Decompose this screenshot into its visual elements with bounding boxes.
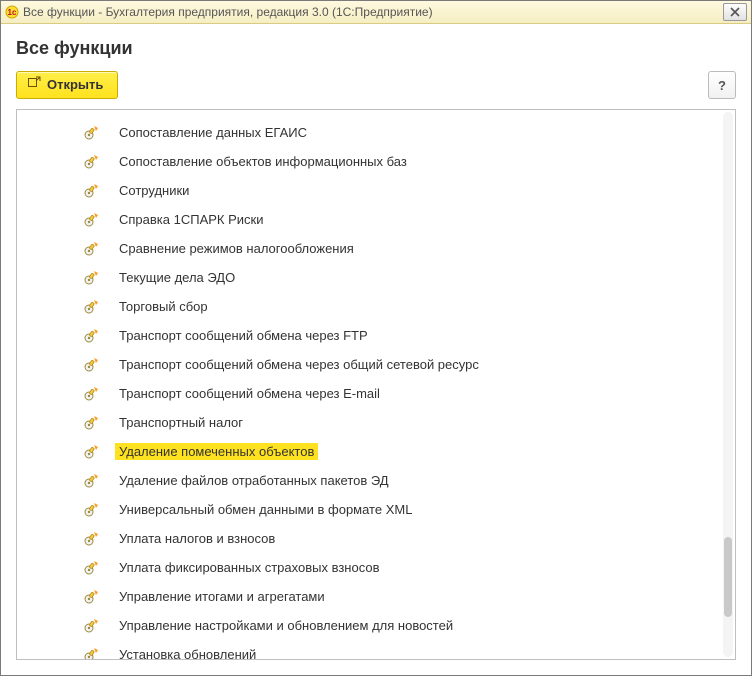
processing-icon <box>83 211 101 229</box>
tree-item-label: Транспортный налог <box>115 414 247 431</box>
tree-item[interactable]: Удаление помеченных объектов <box>17 437 721 466</box>
processing-icon <box>83 588 101 606</box>
processing-icon <box>83 240 101 258</box>
tree-item[interactable]: Уплата фиксированных страховых взносов <box>17 553 721 582</box>
processing-icon <box>83 356 101 374</box>
tree-item-label: Сопоставление данных ЕГАИС <box>115 124 311 141</box>
tree-item[interactable]: Торговый сбор <box>17 292 721 321</box>
processing-icon <box>83 327 101 345</box>
processing-icon <box>83 501 101 519</box>
tree-item-label: Управление настройками и обновлением для… <box>115 617 457 634</box>
tree-item[interactable]: Транспорт сообщений обмена через общий с… <box>17 350 721 379</box>
tree-item-label: Текущие дела ЭДО <box>115 269 239 286</box>
tree-item[interactable]: Сравнение режимов налогообложения <box>17 234 721 263</box>
tree-item-label: Транспорт сообщений обмена через E-mail <box>115 385 384 402</box>
tree-item-label: Установка обновлений <box>115 646 260 659</box>
tree-item-label: Справка 1СПАРК Риски <box>115 211 267 228</box>
open-button[interactable]: Открыть <box>16 71 118 99</box>
page-title: Все функции <box>16 38 736 59</box>
titlebar: 1c Все функции - Бухгалтерия предприятия… <box>1 1 751 24</box>
processing-icon <box>83 617 101 635</box>
processing-icon <box>83 124 101 142</box>
tree-item-label: Универсальный обмен данными в формате XM… <box>115 501 416 518</box>
scrollbar[interactable] <box>723 112 733 657</box>
tree-container: Сопоставление данных ЕГАИС Сопоставление… <box>16 109 736 660</box>
processing-icon <box>83 414 101 432</box>
processing-icon <box>83 559 101 577</box>
help-button[interactable]: ? <box>708 71 736 99</box>
tree-item[interactable]: Управление итогами и агрегатами <box>17 582 721 611</box>
tree-item-label: Удаление файлов отработанных пакетов ЭД <box>115 472 393 489</box>
toolbar: Открыть ? <box>16 71 736 99</box>
tree-item-label: Уплата фиксированных страховых взносов <box>115 559 383 576</box>
processing-icon <box>83 385 101 403</box>
processing-icon <box>83 530 101 548</box>
tree-item[interactable]: Универсальный обмен данными в формате XM… <box>17 495 721 524</box>
processing-icon <box>83 646 101 660</box>
content-area: Все функции Открыть ? Сопоставлен <box>1 24 751 675</box>
tree-item-label: Управление итогами и агрегатами <box>115 588 329 605</box>
tree-item[interactable]: Сопоставление объектов информационных ба… <box>17 147 721 176</box>
tree-item[interactable]: Текущие дела ЭДО <box>17 263 721 292</box>
open-button-label: Открыть <box>47 77 103 92</box>
1c-logo-icon: 1c <box>5 5 19 19</box>
processing-icon <box>83 443 101 461</box>
tree-item[interactable]: Уплата налогов и взносов <box>17 524 721 553</box>
processing-icon <box>83 298 101 316</box>
help-button-label: ? <box>718 78 726 93</box>
tree-item[interactable]: Сотрудники <box>17 176 721 205</box>
tree-item-label: Транспорт сообщений обмена через FTP <box>115 327 372 344</box>
tree-scroll[interactable]: Сопоставление данных ЕГАИС Сопоставление… <box>17 110 721 659</box>
close-button[interactable] <box>723 3 747 21</box>
scrollbar-thumb[interactable] <box>724 537 732 617</box>
tree-item[interactable]: Транспортный налог <box>17 408 721 437</box>
tree-item[interactable]: Управление настройками и обновлением для… <box>17 611 721 640</box>
tree-item[interactable]: Справка 1СПАРК Риски <box>17 205 721 234</box>
processing-icon <box>83 269 101 287</box>
processing-icon <box>83 472 101 490</box>
svg-text:1c: 1c <box>8 8 17 17</box>
tree-item[interactable]: Транспорт сообщений обмена через E-mail <box>17 379 721 408</box>
tree-item-label: Сравнение режимов налогообложения <box>115 240 358 257</box>
tree-item-label: Торговый сбор <box>115 298 212 315</box>
tree-item-label: Транспорт сообщений обмена через общий с… <box>115 356 483 373</box>
window-title: Все функции - Бухгалтерия предприятия, р… <box>23 5 723 19</box>
tree-item-label: Удаление помеченных объектов <box>115 443 318 460</box>
processing-icon <box>83 153 101 171</box>
open-icon <box>27 76 41 93</box>
tree-item-label: Уплата налогов и взносов <box>115 530 279 547</box>
tree-item[interactable]: Транспорт сообщений обмена через FTP <box>17 321 721 350</box>
window: 1c Все функции - Бухгалтерия предприятия… <box>0 0 752 676</box>
tree-item-label: Сотрудники <box>115 182 193 199</box>
tree-item-label: Сопоставление объектов информационных ба… <box>115 153 411 170</box>
tree-item[interactable]: Установка обновлений <box>17 640 721 659</box>
tree-item[interactable]: Сопоставление данных ЕГАИС <box>17 118 721 147</box>
tree-item[interactable]: Удаление файлов отработанных пакетов ЭД <box>17 466 721 495</box>
processing-icon <box>83 182 101 200</box>
